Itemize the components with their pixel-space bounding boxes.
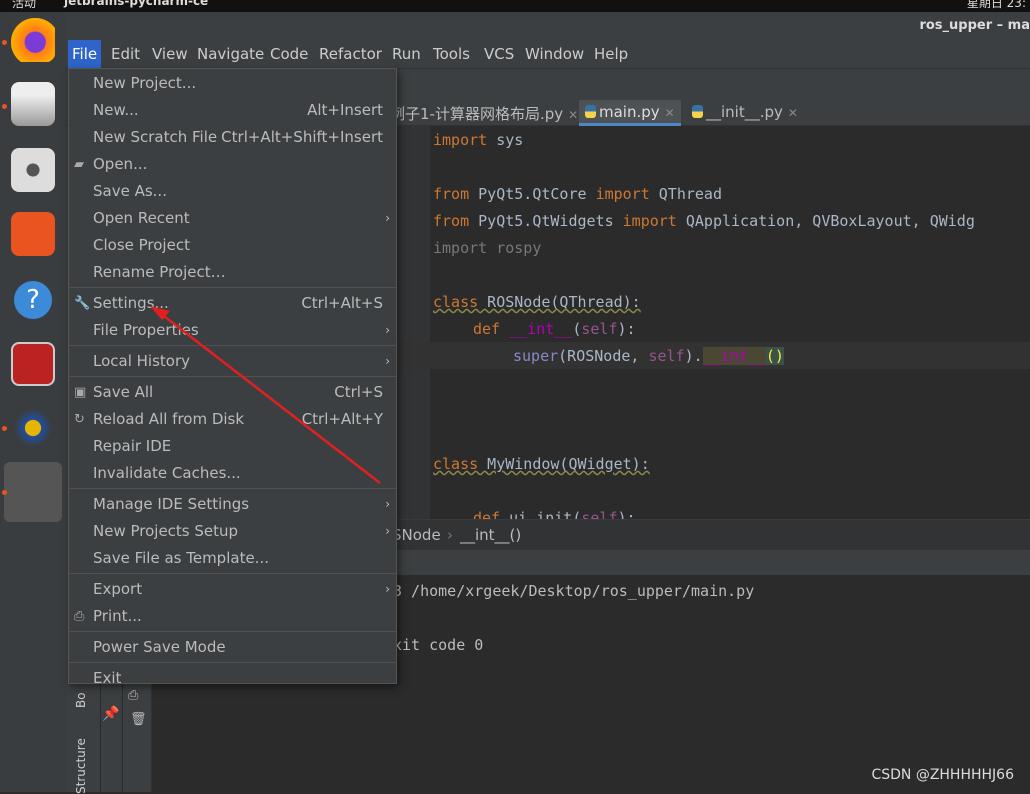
red-arrow-annotation (150, 306, 381, 484)
watermark: CSDN @ZHHHHHJ66 (871, 767, 1014, 783)
